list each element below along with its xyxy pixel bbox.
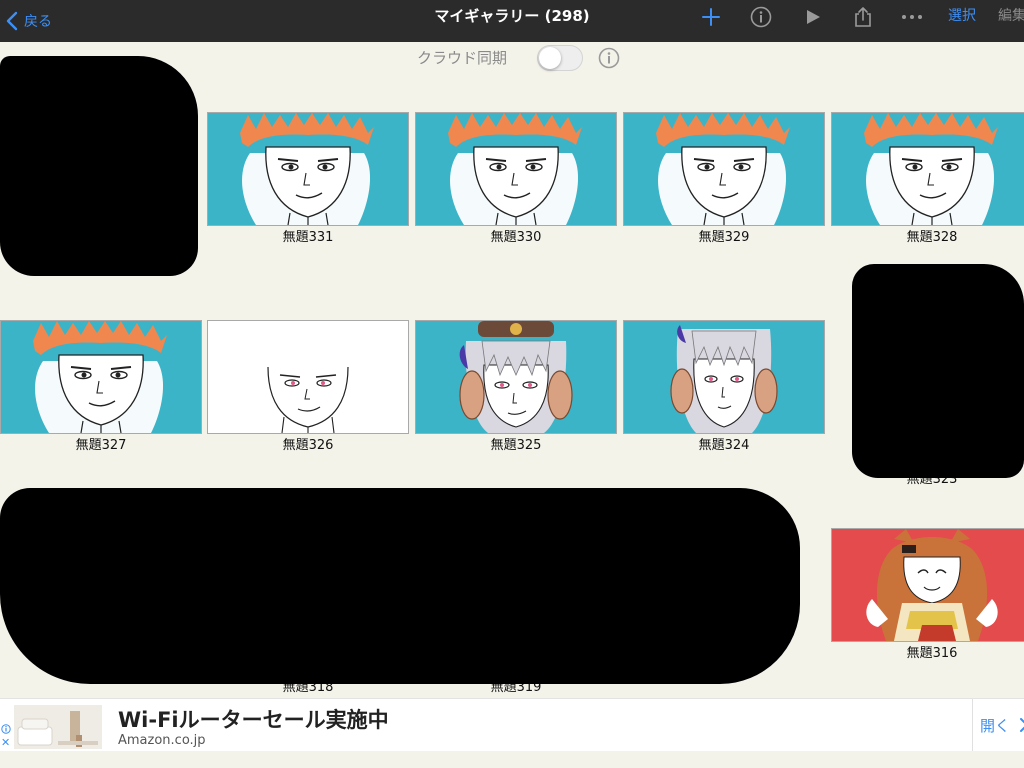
cloud-sync-label: クラウド同期 bbox=[417, 49, 508, 67]
bottom-strip bbox=[0, 751, 1024, 768]
ad-title: Wi-Fiルーターセール実施中 bbox=[118, 708, 389, 732]
artwork-thumbnail bbox=[831, 528, 1024, 642]
info-button[interactable] bbox=[750, 6, 772, 28]
ad-choices-icon[interactable] bbox=[1, 724, 11, 734]
play-icon bbox=[807, 10, 820, 24]
gallery-item[interactable]: 無題331 bbox=[207, 112, 409, 246]
artwork-title: 無題324 bbox=[698, 438, 750, 453]
chevron-right-icon bbox=[1019, 718, 1024, 732]
edit-button[interactable]: 編集 bbox=[998, 0, 1024, 32]
play-button[interactable] bbox=[802, 6, 824, 28]
gallery-item[interactable]: 無題325 bbox=[415, 320, 617, 454]
gallery-item[interactable]: 無題326 bbox=[207, 320, 409, 454]
redaction-mark bbox=[0, 488, 800, 684]
gallery-item[interactable]: 無題327 bbox=[0, 320, 202, 454]
artwork-thumbnail bbox=[623, 112, 825, 226]
add-button[interactable] bbox=[700, 6, 722, 28]
back-label: 戻る bbox=[24, 14, 52, 30]
artwork-thumbnail bbox=[831, 112, 1024, 226]
more-button[interactable] bbox=[900, 6, 924, 28]
artwork-title: 無題316 bbox=[906, 646, 958, 661]
share-button[interactable] bbox=[852, 6, 874, 28]
redaction-mark bbox=[852, 264, 1024, 478]
artwork-title: 無題331 bbox=[282, 230, 334, 245]
more-icon bbox=[902, 15, 922, 19]
artwork-title: 無題330 bbox=[490, 230, 542, 245]
artwork-title: 無題329 bbox=[698, 230, 750, 245]
ad-open-button[interactable]: 開く bbox=[980, 715, 1024, 736]
artwork-title: 無題326 bbox=[282, 438, 334, 453]
redaction-mark bbox=[0, 56, 198, 276]
artwork-thumbnail bbox=[207, 320, 409, 434]
ad-divider bbox=[972, 699, 973, 752]
plus-icon bbox=[702, 8, 720, 26]
chevron-left-icon bbox=[6, 11, 18, 31]
artwork-title: 無題327 bbox=[75, 438, 127, 453]
artwork-thumbnail bbox=[415, 112, 617, 226]
share-icon bbox=[855, 7, 871, 27]
navigation-bar: 戻る マイギャラリー (298) 選択 編集 bbox=[0, 0, 1024, 42]
back-button[interactable]: 戻る bbox=[6, 6, 52, 36]
gallery-item[interactable]: 無題330 bbox=[415, 112, 617, 246]
info-icon bbox=[598, 47, 620, 69]
gallery-item[interactable]: 無題324 bbox=[623, 320, 825, 454]
artwork-title: 無題328 bbox=[906, 230, 958, 245]
info-icon bbox=[750, 6, 772, 28]
toggle-knob bbox=[539, 47, 561, 69]
artwork-thumbnail bbox=[623, 320, 825, 434]
artwork-thumbnail bbox=[415, 320, 617, 434]
ad-banner[interactable]: ✕ Wi-Fiルーターセール実施中 Amazon.co.jp 開く bbox=[0, 698, 1024, 752]
cloud-sync-info-button[interactable] bbox=[598, 47, 620, 73]
ad-open-label: 開く bbox=[980, 717, 1011, 735]
artwork-title: 無題325 bbox=[490, 438, 542, 453]
cloud-sync-toggle[interactable] bbox=[537, 45, 583, 71]
gallery-item[interactable]: 無題316 bbox=[831, 528, 1024, 662]
gallery-item[interactable]: 無題329 bbox=[623, 112, 825, 246]
select-button[interactable]: 選択 bbox=[948, 0, 976, 32]
artwork-thumbnail bbox=[0, 320, 202, 434]
gallery-item[interactable]: 無題328 bbox=[831, 112, 1024, 246]
ad-image bbox=[14, 705, 102, 749]
ad-domain: Amazon.co.jp bbox=[118, 733, 206, 748]
artwork-thumbnail bbox=[207, 112, 409, 226]
ad-close-button[interactable]: ✕ bbox=[1, 737, 10, 748]
